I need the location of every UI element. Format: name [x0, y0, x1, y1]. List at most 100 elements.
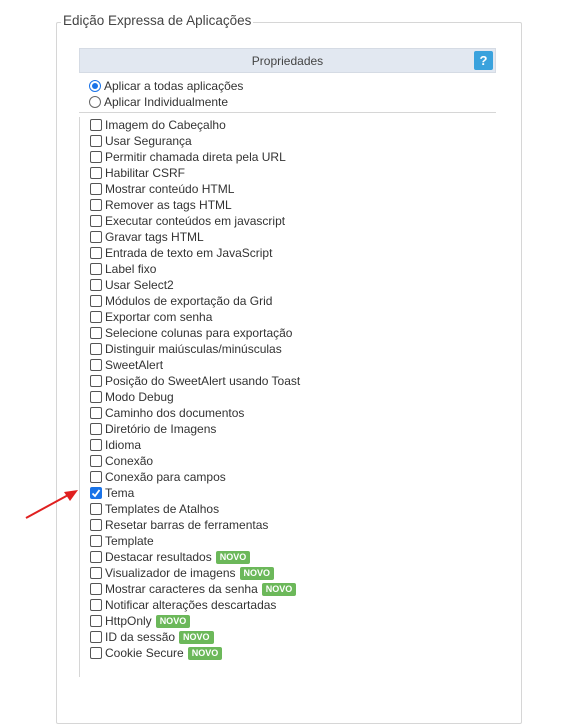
property-checkbox[interactable] — [90, 471, 102, 483]
property-checkbox[interactable] — [90, 599, 102, 611]
property-checkbox[interactable] — [90, 567, 102, 579]
property-checkbox[interactable] — [90, 231, 102, 243]
property-item[interactable]: Entrada de texto em JavaScript — [80, 245, 497, 261]
property-item[interactable]: Selecione colunas para exportação — [80, 325, 497, 341]
property-checkbox[interactable] — [90, 215, 102, 227]
property-item[interactable]: Exportar com senha — [80, 309, 497, 325]
property-checkbox[interactable] — [90, 167, 102, 179]
property-item[interactable]: ID da sessão NOVO — [80, 629, 497, 645]
property-item[interactable]: Label fixo — [80, 261, 497, 277]
property-checkbox[interactable] — [90, 455, 102, 467]
property-checkbox[interactable] — [90, 279, 102, 291]
new-badge: NOVO — [215, 550, 251, 564]
property-label: Entrada de texto em JavaScript — [105, 246, 273, 260]
apply-all-option[interactable]: Aplicar a todas aplicações — [89, 78, 243, 94]
apply-all-radio[interactable] — [89, 80, 101, 92]
property-item[interactable]: HttpOnly NOVO — [80, 613, 497, 629]
new-badge: NOVO — [179, 630, 214, 644]
property-item[interactable]: Habilitar CSRF — [80, 165, 497, 181]
property-label: Executar conteúdos em javascript — [105, 214, 286, 228]
property-item[interactable]: Conexão para campos — [80, 469, 497, 485]
property-item[interactable]: Diretório de Imagens — [80, 421, 497, 437]
help-button[interactable]: ? — [474, 51, 493, 70]
property-checkbox[interactable] — [90, 535, 102, 547]
property-label: Imagem do Cabeçalho — [105, 118, 226, 132]
property-item[interactable]: Gravar tags HTML — [80, 229, 497, 245]
property-item[interactable]: Visualizador de imagens NOVO — [80, 565, 497, 581]
property-label: Destacar resultados — [105, 550, 212, 564]
properties-list: Imagem do Cabeçalho Usar Segurança Permiti… — [79, 117, 497, 677]
property-item[interactable]: Posição do SweetAlert usando Toast — [80, 373, 497, 389]
property-label: Conexão para campos — [105, 470, 226, 484]
property-label: ID da sessão — [105, 630, 176, 644]
property-checkbox[interactable] — [90, 407, 102, 419]
property-checkbox[interactable] — [90, 551, 102, 563]
property-checkbox[interactable] — [90, 423, 102, 435]
property-label: Usar Select2 — [105, 278, 174, 292]
property-label: Usar Segurança — [105, 134, 192, 148]
property-label: Permitir chamada direta pela URL — [105, 150, 286, 164]
property-checkbox[interactable] — [90, 439, 102, 451]
property-item[interactable]: Tema — [80, 485, 497, 501]
property-label: Tema — [105, 486, 135, 500]
property-checkbox[interactable] — [90, 311, 102, 323]
property-checkbox[interactable] — [90, 519, 102, 531]
property-checkbox[interactable] — [90, 183, 102, 195]
property-item[interactable]: Templates de Atalhos — [80, 501, 497, 517]
property-item[interactable]: Mostrar conteúdo HTML — [80, 181, 497, 197]
fieldset-legend: Edição Expressa de Aplicações — [61, 13, 254, 28]
red-arrow-annotation — [25, 490, 78, 519]
property-checkbox[interactable] — [90, 295, 102, 307]
property-item[interactable]: Resetar barras de ferramentas — [80, 517, 497, 533]
property-item[interactable]: Modo Debug — [80, 389, 497, 405]
property-checkbox[interactable] — [90, 487, 102, 499]
property-item[interactable]: Mostrar caracteres da senha NOVO — [80, 581, 497, 597]
property-item[interactable]: Executar conteúdos em javascript — [80, 213, 497, 229]
property-item[interactable]: Destacar resultados NOVO — [80, 549, 497, 565]
property-checkbox[interactable] — [90, 359, 102, 371]
property-checkbox[interactable] — [90, 199, 102, 211]
property-item[interactable]: Template — [80, 533, 497, 549]
property-label: Mostrar caracteres da senha — [105, 582, 258, 596]
property-checkbox[interactable] — [90, 263, 102, 275]
property-item[interactable]: Distinguir maiúsculas/minúsculas — [80, 341, 497, 357]
property-item[interactable]: Módulos de exportação da Grid — [80, 293, 497, 309]
property-item[interactable]: Cookie Secure NOVO — [80, 645, 497, 661]
property-checkbox[interactable] — [90, 327, 102, 339]
apply-individual-label: Aplicar Individualmente — [104, 95, 229, 109]
new-badge: NOVO — [187, 646, 223, 660]
property-checkbox[interactable] — [90, 375, 102, 387]
property-item[interactable]: Usar Select2 — [80, 277, 497, 293]
property-label: Notificar alterações descartadas — [105, 598, 277, 612]
property-item[interactable]: SweetAlert — [80, 357, 497, 373]
new-badge: NOVO — [239, 566, 275, 580]
property-checkbox[interactable] — [90, 631, 102, 643]
property-label: Conexão — [105, 454, 154, 468]
property-label: Selecione colunas para exportação — [105, 326, 293, 340]
apply-individual-option[interactable]: Aplicar Individualmente — [89, 94, 243, 110]
property-item[interactable]: Notificar alterações descartadas — [80, 597, 497, 613]
property-checkbox[interactable] — [90, 391, 102, 403]
property-checkbox[interactable] — [90, 503, 102, 515]
property-checkbox[interactable] — [90, 615, 102, 627]
property-label: Mostrar conteúdo HTML — [105, 182, 235, 196]
property-label: Label fixo — [105, 262, 157, 276]
property-item[interactable]: Imagem do Cabeçalho — [80, 117, 497, 133]
property-checkbox[interactable] — [90, 247, 102, 259]
apply-individual-radio[interactable] — [89, 96, 101, 108]
property-item[interactable]: Idioma — [80, 437, 497, 453]
property-checkbox[interactable] — [90, 119, 102, 131]
property-item[interactable]: Permitir chamada direta pela URL — [80, 149, 497, 165]
property-label: Visualizador de imagens — [105, 566, 236, 580]
property-item[interactable]: Conexão — [80, 453, 497, 469]
properties-header: Propriedades ? — [79, 48, 496, 73]
property-item[interactable]: Caminho dos documentos — [80, 405, 497, 421]
property-checkbox[interactable] — [90, 135, 102, 147]
property-item[interactable]: Remover as tags HTML — [80, 197, 497, 213]
property-checkbox[interactable] — [90, 583, 102, 595]
property-label: Resetar barras de ferramentas — [105, 518, 269, 532]
property-checkbox[interactable] — [90, 151, 102, 163]
property-checkbox[interactable] — [90, 343, 102, 355]
property-item[interactable]: Usar Segurança — [80, 133, 497, 149]
property-checkbox[interactable] — [90, 647, 102, 659]
